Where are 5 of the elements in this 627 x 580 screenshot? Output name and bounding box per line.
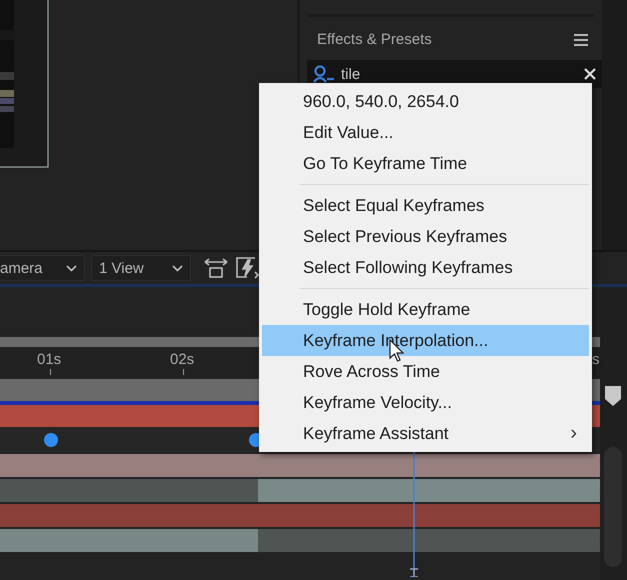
- time-label: 01s: [37, 351, 62, 368]
- time-label: 02s: [170, 351, 194, 368]
- panel-title: Effects & Presets: [317, 31, 432, 48]
- search-value: tile: [341, 66, 362, 82]
- time-label: s: [592, 351, 600, 368]
